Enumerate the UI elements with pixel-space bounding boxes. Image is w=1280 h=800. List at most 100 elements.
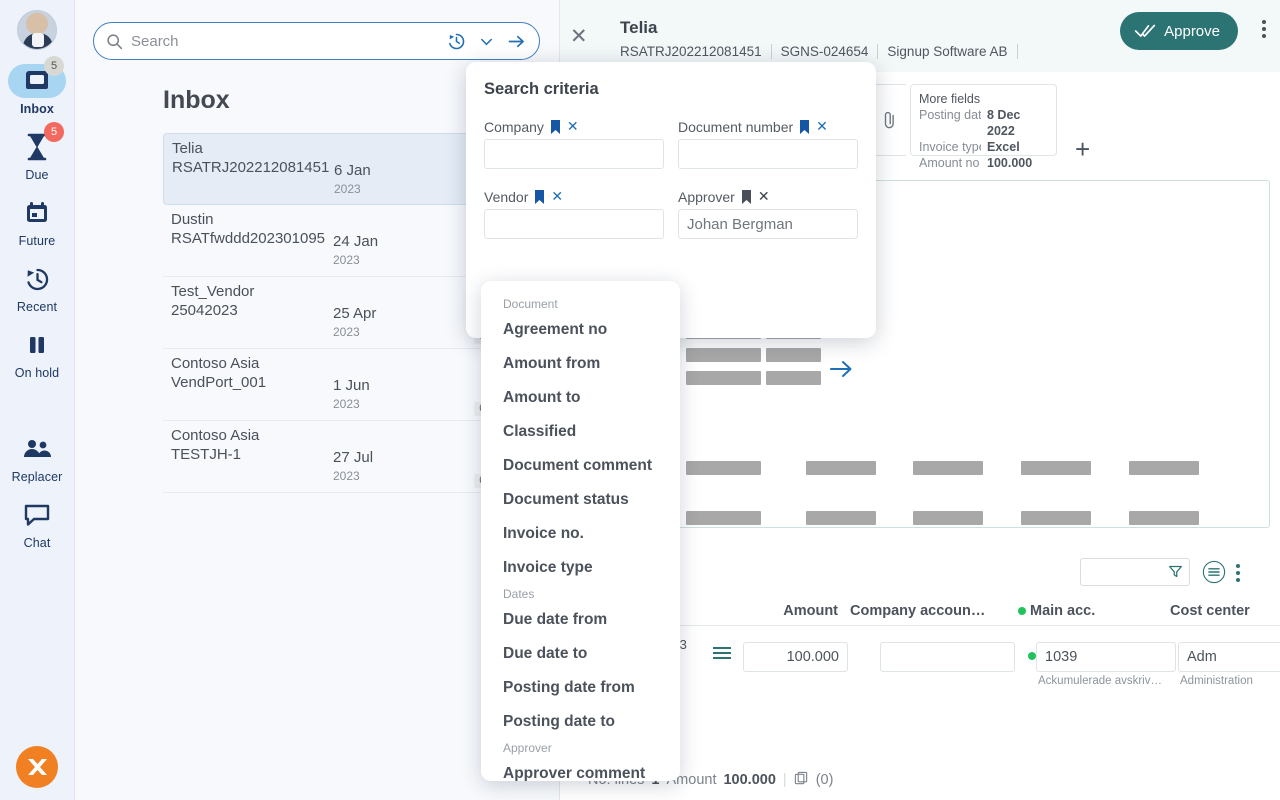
approve-button[interactable]: Approve [1120,12,1238,50]
criteria-field-input-vendor[interactable] [485,210,700,238]
rail-item-chat[interactable]: Chat [0,484,75,550]
criteria-field-remove-x-icon[interactable]: ✕ [567,118,579,135]
criteria-field-label: Company [484,118,544,135]
rail-item-inbox[interactable]: 5 Inbox [0,50,75,116]
cell-cost-center-input[interactable] [1178,642,1280,672]
dropdown-group-label: Document [503,297,558,311]
criteria-field-label: Vendor [484,188,529,205]
apply-criteria-arrow-right-icon[interactable] [828,358,854,385]
rail-item-future[interactable]: Future [0,182,75,248]
dropdown-item-document-comment[interactable]: Document comment [481,449,680,483]
main-acc-status-dot [1018,606,1026,615]
column-header-cost-center: Cost center [1170,602,1250,619]
rail-item-label: Replacer [11,470,63,484]
document-meta-item: SGNS-024654 [772,44,879,59]
list-item-year: 2023 [333,397,360,411]
more-fields-row: Amount no… 100.000 [919,155,1048,171]
more-fields-value: 8 Dec 2022 [987,108,1021,138]
dropdown-item-agreement-no[interactable]: Agreement no [481,313,680,347]
rail-item-label: Due [25,168,49,182]
more-fields-value: Excel [987,140,1020,154]
bookmark-icon[interactable] [534,189,545,204]
more-fields-value: 100.000 [987,156,1033,170]
lines-toolbar [1080,558,1280,588]
list-item-year: 2023 [333,253,360,267]
more-fields-card: More fields Posting dat… 8 Dec 2022Invoi… [910,84,1057,170]
cell-company-account-input[interactable] [880,642,1015,672]
rail-item-label: Chat [23,536,51,550]
rail-item-replacer[interactable]: Replacer [0,380,75,484]
drag-handle-icon[interactable] [712,646,732,665]
rail-item-due[interactable]: 5 Due [0,116,75,182]
criteria-field-approver: Approver ✕ [678,188,894,239]
dropdown-item-document-status[interactable]: Document status [481,483,680,517]
inbox-icon[interactable]: 5 [8,56,66,98]
more-fields-title: More fields [919,92,981,106]
status-copies-value: (0) [815,772,834,788]
page-title: Inbox [163,86,230,114]
lines-search-box[interactable] [1080,558,1190,586]
criteria-field-remove-x-icon[interactable]: ✕ [816,118,828,135]
bookmark-icon[interactable] [550,119,561,134]
criteria-field-remove-x-icon[interactable]: ✕ [551,188,563,205]
filter-icon[interactable] [1168,564,1183,584]
search-expand-chevron-down-icon[interactable] [477,32,496,51]
calendar-icon[interactable] [8,196,66,230]
skeleton-block [686,348,761,362]
criteria-field-input-wrap[interactable] [484,139,713,169]
document-more-vertical-icon[interactable] [1262,20,1266,38]
dropdown-item-posting-date-from[interactable]: Posting date from [481,671,680,705]
dropdown-item-invoice-type[interactable]: Invoice type [481,551,680,585]
pause-icon[interactable] [8,328,66,362]
skeleton-block [913,461,983,475]
skeleton-block [913,511,983,525]
history-icon[interactable] [8,262,66,296]
hourglass-icon[interactable]: 5 [8,122,66,164]
criteria-field-remove-x-icon[interactable]: ✕ [758,188,770,205]
more-fields-row: Posting dat… 8 Dec 2022 [919,107,1048,139]
lines-more-vertical-icon[interactable] [1236,564,1266,582]
search-input[interactable] [131,32,436,50]
criteria-field-input-approver[interactable] [679,210,894,238]
list-item-date: 25 Apr [333,305,377,322]
cell-main-acc-sub-label: Ackumulerade avskriv… [1038,675,1162,687]
dropdown-item-approver-comment[interactable]: Approver comment [481,757,680,781]
global-search-bar[interactable] [93,22,540,60]
dropdown-item-due-date-from[interactable]: Due date from [481,603,680,637]
bookmark-icon[interactable] [741,189,752,204]
skeleton-block [1021,461,1091,475]
criteria-field-input-wrap[interactable] [678,209,894,239]
criteria-field-vendor: Vendor ✕ [484,188,713,239]
list-view-icon[interactable] [1202,560,1226,589]
dropdown-item-invoice-no[interactable]: Invoice no. [481,517,680,551]
dropdown-item-due-date-to[interactable]: Due date to [481,637,680,671]
chat-icon[interactable] [8,498,66,532]
dropdown-item-classified[interactable]: Classified [481,415,680,449]
dropdown-item-posting-date-to[interactable]: Posting date to [481,705,680,739]
search-history-icon[interactable] [446,31,467,52]
app-root: 5 Inbox 5 Due Future Recent On hold Repl… [0,0,1280,800]
dropdown-item-amount-to[interactable]: Amount to [481,381,680,415]
rail-item-recent[interactable]: Recent [0,248,75,314]
criteria-field-input-company[interactable] [485,140,700,168]
skeleton-block [1021,511,1091,525]
cell-cost-center-sub-label: Administration [1180,675,1253,687]
people-icon[interactable] [8,432,66,466]
field-selector-dropdown[interactable]: Document Agreement no Amount from Amount to… [481,281,680,781]
bookmark-icon[interactable] [799,119,810,134]
cell-main-acc-input[interactable] [1036,642,1176,672]
rail-item-on-hold[interactable]: On hold [0,314,75,380]
search-submit-arrow-right-icon[interactable] [506,31,527,52]
add-field-plus-icon[interactable]: + [1075,136,1090,162]
criteria-field-input-wrap[interactable] [678,139,894,169]
close-icon[interactable]: ✕ [570,26,588,47]
criteria-field-input-document-number[interactable] [679,140,894,168]
list-item-date: 1 Jun [333,377,370,394]
cell-amount-input[interactable] [743,642,848,672]
approve-label: Approve [1164,22,1220,40]
document-meta-item: Signup Software AB [878,44,1018,59]
list-item-date: 24 Jan [333,233,379,250]
criteria-field-input-wrap[interactable] [484,209,713,239]
dropdown-item-amount-from[interactable]: Amount from [481,347,680,381]
user-avatar[interactable] [17,10,57,50]
